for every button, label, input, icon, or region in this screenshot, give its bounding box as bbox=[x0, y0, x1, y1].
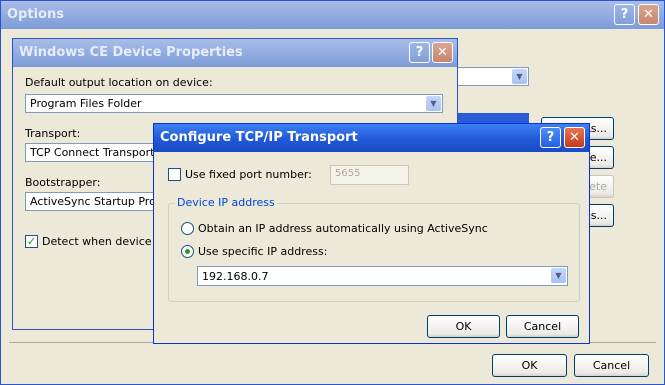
obtain-ip-radio[interactable] bbox=[181, 222, 194, 235]
transport-value: TCP Connect Transport bbox=[30, 146, 155, 159]
options-title: Options bbox=[7, 7, 64, 22]
output-location-value: Program Files Folder bbox=[30, 97, 142, 110]
tcpip-titlebar[interactable]: Configure TCP/IP Transport ? ✕ bbox=[154, 124, 589, 152]
options-close-button[interactable]: ✕ bbox=[638, 4, 659, 25]
ip-address-combo[interactable]: 192.168.0.7 ▼ bbox=[197, 266, 568, 286]
options-titlebar[interactable]: Options ? ✕ bbox=[1, 1, 664, 29]
bootstrapper-label: Bootstrapper: bbox=[25, 176, 101, 189]
device-properties-help-button[interactable]: ? bbox=[409, 42, 430, 63]
device-properties-close-button[interactable]: ✕ bbox=[432, 42, 453, 63]
bootstrapper-value: ActiveSync Startup Provid bbox=[30, 195, 173, 208]
options-cancel-button[interactable]: Cancel bbox=[574, 354, 649, 377]
output-location-label: Default output location on device: bbox=[25, 76, 213, 89]
chevron-down-icon[interactable]: ▼ bbox=[426, 96, 441, 111]
tcpip-help-button[interactable]: ? bbox=[540, 127, 561, 148]
specific-ip-radio[interactable] bbox=[181, 245, 194, 258]
output-location-combo[interactable]: Program Files Folder ▼ bbox=[25, 94, 443, 113]
radio-selected-dot bbox=[185, 249, 190, 254]
device-properties-titlebar[interactable]: Windows CE Device Properties ? ✕ bbox=[13, 39, 457, 67]
options-help-button[interactable]: ? bbox=[614, 4, 635, 25]
specific-ip-label: Use specific IP address: bbox=[198, 245, 328, 258]
tcpip-title: Configure TCP/IP Transport bbox=[160, 130, 358, 145]
device-properties-title: Windows CE Device Properties bbox=[19, 45, 243, 60]
chevron-down-icon[interactable]: ▼ bbox=[512, 69, 527, 84]
check-icon: ✓ bbox=[26, 235, 37, 248]
chevron-down-icon[interactable]: ▼ bbox=[551, 268, 566, 283]
transport-label: Transport: bbox=[25, 127, 81, 140]
fixed-port-checkbox[interactable] bbox=[168, 168, 181, 181]
device-ip-group: Device IP address Obtain an IP address a… bbox=[168, 196, 580, 302]
tcpip-cancel-button[interactable]: Cancel bbox=[506, 315, 579, 338]
device-ip-group-caption: Device IP address bbox=[175, 196, 277, 209]
tcpip-ok-button[interactable]: OK bbox=[427, 315, 500, 338]
ip-address-value: 192.168.0.7 bbox=[202, 270, 269, 283]
detect-device-checkbox[interactable]: ✓ bbox=[25, 235, 38, 248]
options-ok-button[interactable]: OK bbox=[492, 354, 567, 377]
options-device-combo[interactable]: ▼ bbox=[453, 67, 529, 86]
tcpip-close-button[interactable]: ✕ bbox=[564, 127, 585, 148]
fixed-port-label: Use fixed port number: bbox=[185, 168, 312, 181]
port-number-field[interactable]: 5655 bbox=[330, 165, 409, 185]
tcpip-dialog: Configure TCP/IP Transport ? ✕ Use fixed… bbox=[153, 123, 590, 344]
obtain-ip-label: Obtain an IP address automatically using… bbox=[198, 222, 488, 235]
